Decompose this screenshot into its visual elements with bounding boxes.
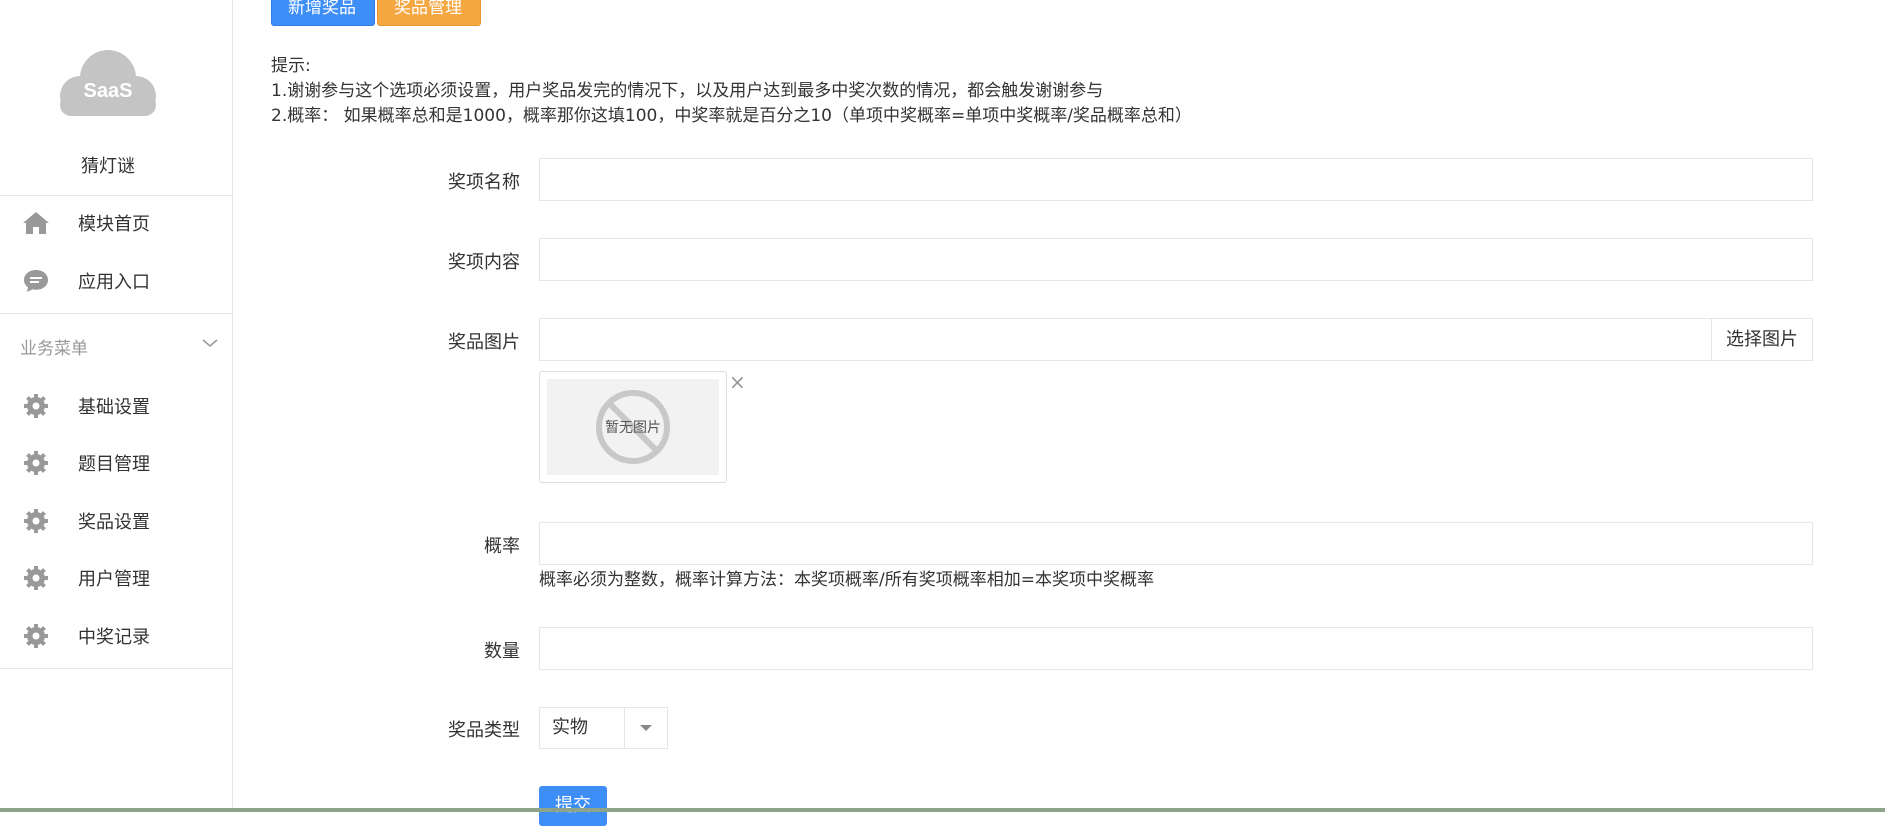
- choose-image-button[interactable]: 选择图片: [1711, 319, 1812, 360]
- prize-image-input-group: 选择图片: [539, 318, 1813, 361]
- tips-line-2: 2.概率： 如果概率总和是1000，概率那你这填100，中奖率就是百分之10（单…: [271, 106, 1192, 126]
- section-title-business-menu[interactable]: 业务菜单: [20, 334, 88, 359]
- prize-type-select[interactable]: 实物: [539, 707, 668, 749]
- sidebar-item-label: 应用入口: [78, 272, 150, 293]
- gear-icon: [22, 392, 50, 420]
- quantity-label: 数量: [484, 641, 520, 662]
- image-preview: 暂无图片: [539, 371, 727, 483]
- probability-help-text: 概率必须为整数，概率计算方法：本奖项概率/所有奖项概率相加=本奖项中奖概率: [539, 570, 1154, 590]
- sidebar-item-basic-settings[interactable]: 基础设置: [0, 378, 232, 434]
- sidebar-item-label: 题目管理: [78, 454, 150, 475]
- prize-image-label: 奖品图片: [448, 332, 520, 353]
- image-placeholder: 暂无图片: [547, 379, 719, 475]
- caret-down-icon[interactable]: [624, 708, 667, 748]
- logo-text: SaaS: [83, 80, 133, 102]
- sidebar-item-prize-settings[interactable]: 奖品设置: [0, 493, 232, 549]
- sidebar-item-label: 奖品设置: [78, 512, 150, 533]
- prize-name-input[interactable]: [539, 158, 1813, 201]
- sidebar-item-question-management[interactable]: 题目管理: [0, 435, 232, 491]
- no-image-text: 暂无图片: [605, 420, 661, 436]
- prize-management-button[interactable]: 奖品管理: [377, 0, 481, 26]
- app-name: 猜灯谜: [81, 156, 135, 177]
- sidebar-item-label: 基础设置: [78, 397, 150, 418]
- add-prize-button[interactable]: 新增奖品: [271, 0, 375, 26]
- probability-input[interactable]: [539, 522, 1813, 565]
- sidebar-item-module-home[interactable]: 模块首页: [0, 195, 232, 251]
- quantity-input[interactable]: [539, 627, 1813, 670]
- gear-icon: [22, 564, 50, 592]
- sidebar: SaaS 猜灯谜 模块首页 应用入口 业务菜单 基础设置 题目管理 奖品设置 用…: [0, 0, 233, 812]
- prize-content-input[interactable]: [539, 238, 1813, 281]
- prize-name-label: 奖项名称: [448, 172, 520, 193]
- gear-icon: [22, 449, 50, 477]
- submit-button[interactable]: 提交: [539, 786, 607, 826]
- gear-icon: [22, 622, 50, 650]
- tips-title: 提示:: [271, 56, 311, 76]
- home-icon: [22, 209, 50, 237]
- prize-type-label: 奖品类型: [448, 720, 520, 741]
- sidebar-item-label: 用户管理: [78, 569, 150, 590]
- prize-image-input[interactable]: [540, 319, 1712, 360]
- sidebar-item-label: 模块首页: [78, 214, 150, 235]
- window-bottom-border: [0, 808, 1885, 812]
- sidebar-item-app-entry[interactable]: 应用入口: [0, 253, 232, 309]
- sidebar-item-user-management[interactable]: 用户管理: [0, 550, 232, 606]
- tips-block: 提示: 1.谢谢参与这个选项必须设置，用户奖品发完的情况下，以及用户达到最多中奖…: [271, 54, 1192, 129]
- logo: SaaS: [54, 46, 162, 122]
- sidebar-item-label: 中奖记录: [78, 627, 150, 648]
- tips-line-1: 1.谢谢参与这个选项必须设置，用户奖品发完的情况下，以及用户达到最多中奖次数的情…: [271, 81, 1104, 101]
- prize-content-label: 奖项内容: [448, 252, 520, 273]
- chat-bubble-icon: [22, 267, 50, 295]
- gear-icon: [22, 507, 50, 535]
- sidebar-item-winning-records[interactable]: 中奖记录: [0, 608, 232, 664]
- close-icon[interactable]: ×: [729, 372, 746, 392]
- probability-label: 概率: [484, 536, 520, 557]
- divider: [0, 313, 232, 314]
- chevron-down-icon[interactable]: [201, 334, 219, 352]
- divider: [0, 668, 232, 669]
- prize-type-selected-value: 实物: [552, 717, 588, 738]
